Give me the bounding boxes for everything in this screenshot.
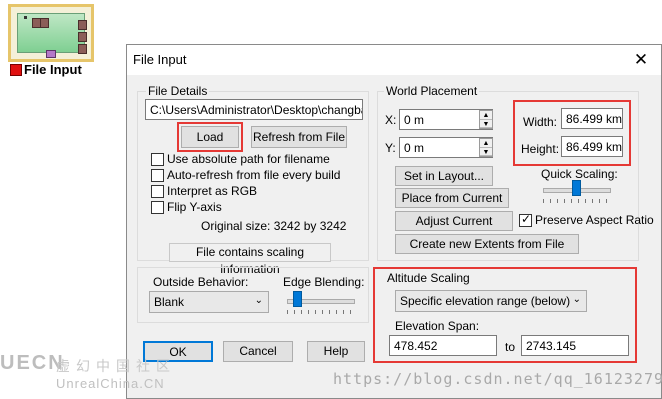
file-input-dialog: File Input ✕ File Details C:\Users\Admin… [126,44,662,399]
edge-blending-label: Edge Blending: [283,275,365,289]
down-icon[interactable]: ▼ [480,120,492,128]
interpret-rgb-checkbox[interactable] [151,185,164,198]
node-error-flag-icon [10,64,22,76]
close-icon[interactable]: ✕ [629,49,653,71]
chevron-down-icon: ⌄ [572,294,581,305]
outside-behavior-value: Blank [154,295,185,309]
outside-behavior-label: Outside Behavior: [153,275,249,289]
help-button[interactable]: Help [307,341,365,362]
original-size-text: Original size: 3242 by 3242 [201,219,347,233]
load-highlight [177,122,243,152]
node-port-right[interactable] [78,32,87,42]
blog-url-watermark: https://blog.csdn.net/qq_16123279 [333,370,662,388]
place-from-current-button[interactable]: Place from Current [395,188,509,208]
world-placement-label: World Placement [384,84,480,98]
elevation-to-label: to [505,340,516,354]
auto-refresh-label: Auto-refresh from file every build [167,168,341,182]
preserve-aspect-label: Preserve Aspect Ratio [535,213,654,227]
node-port-top[interactable] [40,18,49,28]
auto-refresh-checkbox[interactable] [151,169,164,182]
edge-blending-slider[interactable] [292,291,302,307]
preserve-aspect-checkbox[interactable] [519,212,532,227]
scaling-info-button[interactable]: File contains scaling information [169,243,331,276]
down-icon[interactable]: ▼ [480,148,492,156]
file-details-label: File Details [146,84,210,98]
y-label: Y: [385,141,396,155]
absolute-path-label: Use absolute path for filename [167,152,330,166]
x-label: X: [385,113,397,127]
absolute-path-checkbox[interactable] [151,153,164,166]
up-icon[interactable]: ▲ [480,139,492,148]
altitude-mode-value: Specific elevation range (below) [400,294,571,308]
node-port-bottom[interactable] [46,50,56,58]
altitude-mode-select[interactable]: Specific elevation range (below) ⌄ [395,290,587,312]
chevron-down-icon: ⌄ [254,295,263,306]
height-field[interactable]: 86.499 km [561,136,623,157]
quick-scaling-ticks [543,199,611,203]
cancel-button[interactable]: Cancel [223,341,293,362]
altitude-scaling-label: Altitude Scaling [387,271,470,285]
outside-behavior-select[interactable]: Blank ⌄ [149,291,269,313]
quick-scaling-label: Quick Scaling: [541,167,618,181]
flip-y-checkbox[interactable] [151,201,164,214]
quick-scaling-slider[interactable] [571,180,581,196]
file-path-field[interactable]: C:\Users\Administrator\Desktop\changbais… [145,99,363,120]
height-label: Height: [521,142,560,156]
width-label: Width: [523,115,558,129]
elevation-span-label: Elevation Span: [395,319,480,333]
node-port-right[interactable] [78,20,87,30]
node-label: File Input [24,62,82,77]
elevation-from-field[interactable]: 478.452 [389,335,497,356]
node-dot [24,16,27,19]
interpret-rgb-label: Interpret as RGB [167,184,258,198]
dialog-title: File Input [133,52,187,67]
title-bar[interactable]: File Input ✕ [127,45,661,75]
uecn-logo: UECN [0,352,65,374]
file-input-node[interactable] [8,4,94,62]
watermark-cn-text: 虚幻中国社区 [56,358,176,374]
refresh-from-file-button[interactable]: Refresh from File [251,126,347,148]
y-spinner[interactable]: ▲ ▼ [479,138,493,157]
up-icon[interactable]: ▲ [480,111,492,120]
adjust-extents-button[interactable]: Adjust Current Extents [395,211,513,246]
edge-blending-ticks [287,310,355,314]
elevation-to-field[interactable]: 2743.145 [521,335,629,356]
node-port-right[interactable] [78,44,87,54]
create-extents-button[interactable]: Create new Extents from File [395,234,579,254]
x-spinner[interactable]: ▲ ▼ [479,110,493,129]
node-preview [17,13,87,58]
width-field[interactable]: 86.499 km [561,108,623,129]
flip-y-label: Flip Y-axis [167,200,222,214]
watermark-sub-text: UnrealChina.CN [56,376,165,391]
set-in-layout-button[interactable]: Set in Layout... [395,166,493,186]
